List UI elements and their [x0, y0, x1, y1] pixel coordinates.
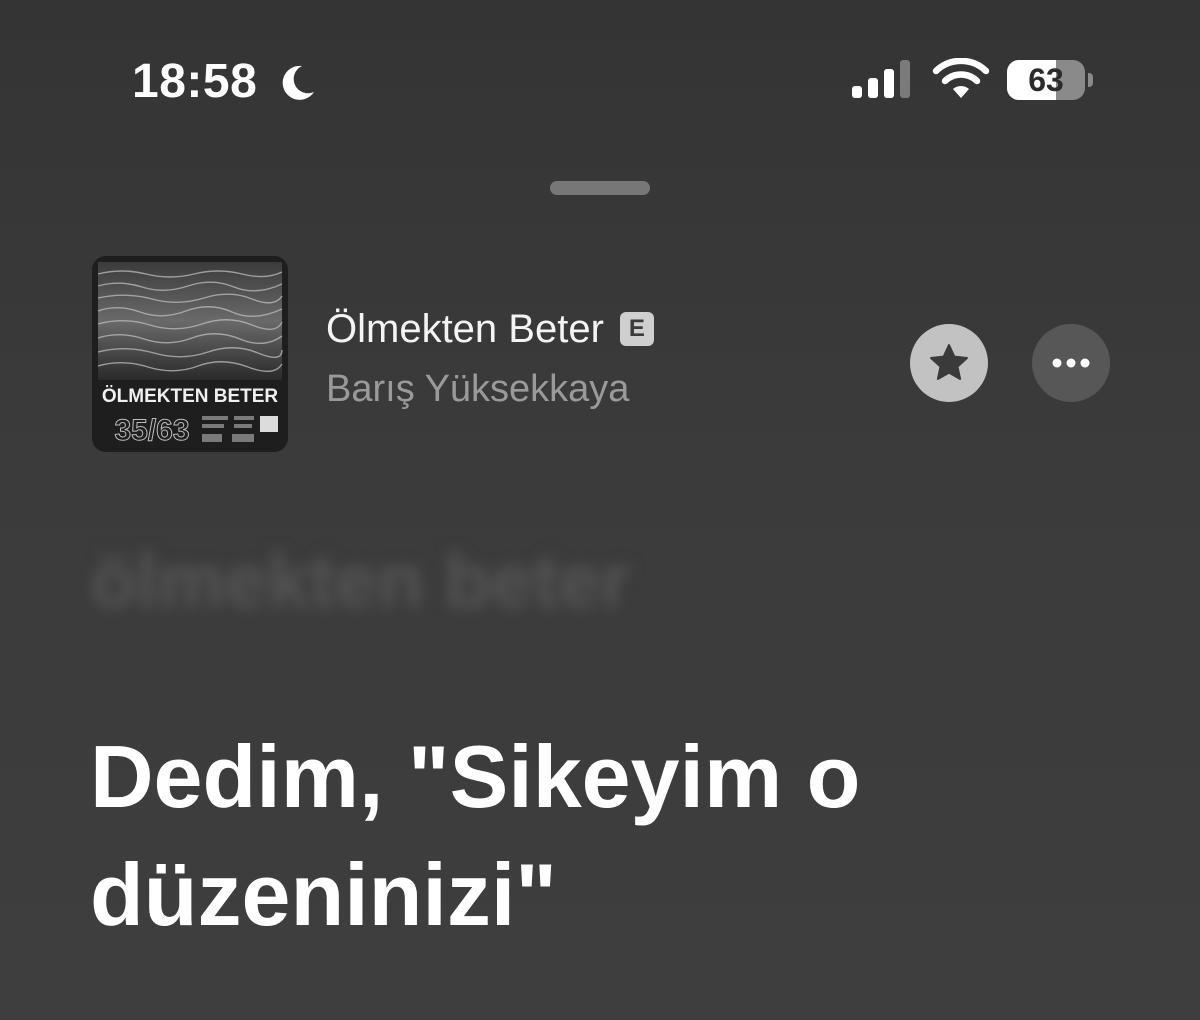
- star-icon: [930, 344, 968, 380]
- favorite-button[interactable]: [910, 324, 988, 402]
- track-title: Ölmekten Beter: [326, 306, 604, 351]
- cellular-signal-icon: [852, 60, 910, 98]
- battery-cap: [1088, 73, 1093, 87]
- album-artwork[interactable]: ÖLMEKTEN BETER 35/63: [92, 256, 288, 452]
- ellipsis-icon: [1052, 358, 1090, 368]
- album-art-number: 35/63: [114, 414, 189, 447]
- lyric-line-current[interactable]: Dedim, "Sikeyim o düzeninizi": [90, 718, 1130, 954]
- album-art-title: ÖLMEKTEN BETER: [102, 386, 279, 407]
- more-options-button[interactable]: [1032, 324, 1110, 402]
- status-time: 18:58: [132, 55, 258, 108]
- explicit-badge: E: [619, 312, 654, 346]
- battery-level: 63: [1028, 62, 1064, 98]
- now-playing-lyrics-screen: 18:58 63 ÖLMEKTEN BETER 35/63 Ölmekten B…: [0, 0, 1200, 1020]
- track-artist[interactable]: Barış Yüksekkaya: [326, 368, 629, 411]
- battery-icon: 63: [1007, 60, 1095, 102]
- wifi-icon: [932, 58, 990, 98]
- album-artwork-image: ÖLMEKTEN BETER 35/63: [92, 256, 288, 452]
- moon-icon: [282, 65, 314, 100]
- battery-body: 63: [1007, 60, 1085, 100]
- lyric-line-previous[interactable]: ölmekten beter: [90, 538, 631, 625]
- track-title-row[interactable]: Ölmekten Beter E: [326, 304, 654, 354]
- sheet-grabber[interactable]: [550, 181, 650, 195]
